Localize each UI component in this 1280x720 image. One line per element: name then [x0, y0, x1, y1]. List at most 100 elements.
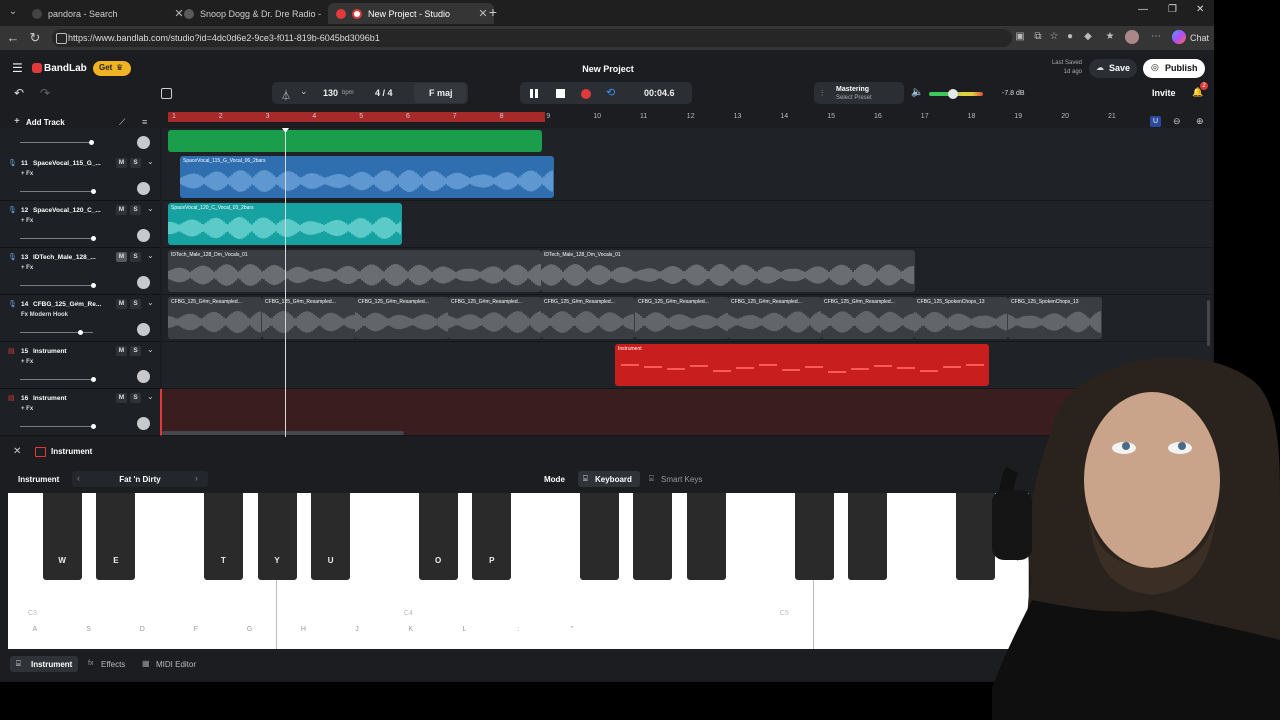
track-name[interactable]: IDTech_Male_128_... — [33, 254, 96, 261]
zoom-out-icon[interactable]: ⊖ — [1173, 116, 1181, 127]
browser-tab-studio[interactable]: New Project - Studio ✕ — [328, 3, 494, 24]
volume-handle[interactable] — [78, 330, 83, 335]
profile-avatar[interactable] — [1125, 30, 1139, 44]
site-info-icon[interactable] — [56, 33, 67, 44]
playhead[interactable] — [285, 131, 286, 437]
keyboard-mode-button[interactable]: ⌸ Keyboard — [578, 471, 640, 487]
track-fx-button[interactable]: + Fx — [21, 265, 33, 271]
pause-icon[interactable] — [530, 89, 539, 98]
piano-black-key[interactable] — [687, 493, 727, 580]
loop-region[interactable] — [168, 112, 545, 122]
solo-button[interactable]: S — [130, 205, 141, 215]
mute-button[interactable]: M — [116, 252, 127, 262]
track-name[interactable]: SpaceVocal_120_C_... — [33, 207, 101, 214]
close-window-icon[interactable]: ✕ — [1196, 4, 1204, 15]
track-header[interactable]: ▤ 16 Instrument + Fx M S ⌄ — [0, 389, 162, 436]
volume-handle[interactable] — [91, 377, 96, 382]
more-menu-icon[interactable]: ⋯ — [1150, 31, 1162, 43]
audio-clip[interactable]: CFBG_125_G#m_Resampled... — [728, 297, 822, 339]
time-signature[interactable]: 4 / 4 — [375, 88, 393, 98]
bandlab-logo-text[interactable]: BandLab — [44, 63, 87, 74]
track-fx-button[interactable]: + Fx — [21, 218, 33, 224]
zoom-in-icon[interactable]: ⊕ — [1196, 116, 1204, 127]
audio-clip[interactable] — [168, 130, 542, 152]
project-title[interactable]: New Project — [560, 64, 656, 74]
audio-clip[interactable]: CFBG_125_G#m_Resampled... — [635, 297, 729, 339]
track-name[interactable]: SpaceVocal_115_G_... — [33, 160, 101, 167]
audio-clip[interactable]: CFBG_125_G#m_Resampled... — [355, 297, 449, 339]
chat-button[interactable]: Chat — [1190, 33, 1209, 43]
audio-clip[interactable]: CFBG_125_SpokenChops_13 — [1008, 297, 1102, 339]
automation-icon[interactable]: ⟋ — [119, 117, 125, 128]
piano-black-key[interactable]: Y — [257, 493, 297, 580]
track-fx-button[interactable]: + Fx — [21, 406, 33, 412]
audio-clip[interactable]: CFBG_125_G#m_Resampled... — [821, 297, 915, 339]
microphone-icon[interactable]: ● — [1064, 31, 1076, 43]
timeline-horizontal-scrollbar[interactable] — [162, 431, 404, 435]
track-header[interactable]: 🎙 13 IDTech_Male_128_... + Fx M S ⌄ — [0, 248, 160, 295]
mute-button[interactable]: M — [116, 205, 127, 215]
tempo-value[interactable]: 130 — [323, 88, 338, 98]
invite-button[interactable]: Invite — [1152, 88, 1176, 98]
piano-black-key[interactable]: E — [96, 493, 136, 580]
solo-button[interactable]: S — [130, 299, 141, 309]
volume-slider[interactable] — [20, 285, 93, 286]
metronome-icon[interactable]: ⏃ — [281, 87, 291, 102]
volume-handle[interactable] — [89, 140, 94, 145]
mute-button[interactable]: M — [116, 346, 127, 356]
volume-handle[interactable] — [91, 283, 96, 288]
smart-keys-mode-button[interactable]: ⌸ Smart Keys — [646, 471, 712, 487]
pan-knob[interactable] — [137, 276, 150, 289]
audio-clip[interactable]: CFBG_125_SpokenChops_13 — [914, 297, 1008, 339]
pan-knob[interactable] — [137, 182, 150, 195]
audio-clip[interactable]: CFBG_125_G#m_Resampled... — [541, 297, 635, 339]
redo-icon[interactable]: ↷ — [40, 86, 50, 100]
volume-handle[interactable] — [91, 424, 96, 429]
track-header[interactable]: 🎙 14 CFBG_125_G#m_Re... Fx Modern Hook M S ⌄ — [0, 295, 160, 342]
piano-black-key[interactable]: P — [472, 493, 512, 580]
url-field[interactable]: https://www.bandlab.com/studio?id=4dc0d6… — [52, 29, 1012, 47]
track-settings-icon[interactable]: ≡ — [142, 117, 147, 127]
volume-slider[interactable] — [20, 238, 93, 239]
solo-button[interactable]: S — [130, 346, 141, 356]
piano-black-key[interactable]: W — [42, 493, 82, 580]
close-panel-icon[interactable]: ✕ — [13, 446, 21, 457]
loop-icon[interactable]: ⟲ — [606, 86, 615, 99]
snap-toggle-icon[interactable]: U — [1150, 116, 1161, 127]
solo-button[interactable]: S — [130, 158, 141, 168]
volume-slider[interactable] — [20, 142, 93, 143]
preset-selector[interactable]: ‹ Fat 'n Dirty › — [72, 471, 208, 487]
pan-knob[interactable] — [137, 136, 150, 149]
piano-keyboard[interactable]: A C3 S D F G H J K C4 L: " C5 W E T Y U O P — [8, 493, 1030, 649]
bookmark-star-icon[interactable]: ☆ — [1048, 31, 1060, 43]
audio-clip[interactable]: IDTech_Male_128_Dm_Vocals_01 — [541, 250, 915, 292]
track-menu-chevron-icon[interactable]: ⌄ — [147, 345, 154, 354]
tab-instrument[interactable]: ⌸ Instrument — [10, 656, 78, 672]
audio-clip[interactable]: CFBG_125_G#m_Resampled... — [262, 297, 356, 339]
pan-knob[interactable] — [137, 417, 150, 430]
copilot-icon[interactable] — [1172, 30, 1186, 44]
stop-icon[interactable] — [556, 89, 565, 98]
track-menu-chevron-icon[interactable]: ⌄ — [147, 392, 154, 401]
track-name[interactable]: Instrument — [33, 348, 67, 355]
pan-knob[interactable] — [137, 370, 150, 383]
extensions-icon[interactable]: ◆ — [1082, 31, 1094, 43]
new-tab-icon[interactable]: + — [486, 4, 500, 20]
piano-black-key[interactable] — [955, 493, 995, 580]
track-fx-button[interactable]: + Fx — [21, 359, 33, 365]
pan-knob[interactable] — [137, 323, 150, 336]
master-volume-knob[interactable] — [948, 89, 958, 99]
save-button[interactable]: ☁ Save — [1089, 59, 1137, 78]
volume-icon[interactable]: 🔈 — [911, 87, 923, 98]
track-fx-button[interactable]: Fx Modern Hook — [21, 312, 68, 318]
volume-slider[interactable] — [20, 379, 93, 380]
mute-button[interactable]: M — [116, 393, 127, 403]
track-menu-chevron-icon[interactable]: ⌄ — [147, 298, 154, 307]
piano-black-key[interactable] — [848, 493, 888, 580]
volume-handle[interactable] — [91, 189, 96, 194]
publish-button[interactable]: ◎ Publish — [1143, 59, 1205, 78]
mute-button[interactable]: M — [116, 299, 127, 309]
minimize-icon[interactable]: — — [1138, 4, 1148, 15]
track-menu-chevron-icon[interactable]: ⌄ — [147, 204, 154, 213]
solo-button[interactable]: S — [130, 252, 141, 262]
